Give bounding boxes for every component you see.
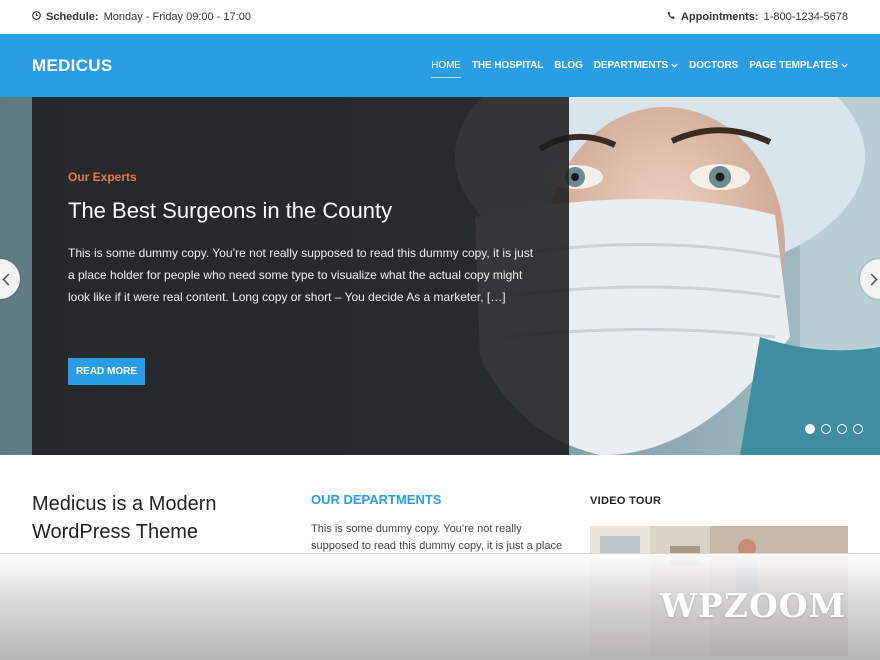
nav-blog-label: BLOG (554, 60, 583, 71)
video-tour-title: VIDEO TOUR (590, 495, 662, 507)
slider-pagination (805, 424, 863, 434)
chevron-left-icon (2, 272, 10, 286)
nav-page-templates-label: PAGE TEMPLATES (749, 60, 838, 71)
nav-home[interactable]: HOME (431, 54, 461, 78)
hero-eyebrow: Our Experts (68, 170, 137, 184)
nav-doctors-label: DOCTORS (689, 60, 739, 71)
wpzoom-watermark: WPZOOM (660, 586, 846, 625)
site-header: MEDICUS HOME THE HOSPITAL BLOG DEPARTMEN… (0, 34, 880, 97)
nav-departments-label: DEPARTMENTS (593, 60, 669, 71)
chevron-down-icon (671, 63, 678, 68)
main-nav: HOME THE HOSPITAL BLOG DEPARTMENTS DOCTO… (431, 54, 848, 78)
appointments-phone[interactable]: 1-800-1234-5678 (764, 11, 848, 23)
hero-excerpt: This is some dummy copy. You’re not real… (68, 246, 534, 304)
nav-the-hospital[interactable]: THE HOSPITAL (471, 54, 544, 77)
slider-dot[interactable] (853, 424, 863, 434)
departments-title: OUR DEPARTMENTS (311, 492, 442, 507)
slider-dot[interactable] (837, 424, 847, 434)
slider-dot[interactable] (821, 424, 831, 434)
clock-icon (32, 11, 41, 23)
read-more-button[interactable]: READ MORE (68, 358, 145, 385)
nav-blog[interactable]: BLOG (554, 54, 583, 77)
hero-title[interactable]: The Best Surgeons in the County (68, 198, 392, 224)
intro-title: Medicus is a Modern WordPress Theme (32, 493, 217, 543)
departments-text: This is some dummy copy. You’re not real… (311, 523, 563, 552)
appointments-label: Appointments: (680, 11, 759, 23)
schedule-info: Schedule: Monday - Friday 09:00 - 17:00 (32, 11, 251, 23)
nav-the-hospital-label: THE HOSPITAL (471, 60, 544, 71)
nav-doctors[interactable]: DOCTORS (689, 54, 738, 77)
chevron-down-icon (841, 63, 848, 68)
appointments-info: Appointments: 1-800-1234-5678 (667, 11, 848, 23)
schedule-value: Monday - Friday 09:00 - 17:00 (103, 11, 251, 23)
schedule-label: Schedule: (46, 11, 99, 23)
nav-home-label: HOME (431, 59, 461, 71)
site-logo[interactable]: MEDICUS (32, 56, 113, 76)
nav-page-templates[interactable]: PAGE TEMPLATES (749, 54, 848, 77)
top-bar: Schedule: Monday - Friday 09:00 - 17:00 … (0, 0, 880, 34)
phone-icon (667, 11, 676, 23)
nav-departments[interactable]: DEPARTMENTS (594, 54, 678, 77)
chevron-right-icon (870, 272, 878, 286)
slider-dot[interactable] (805, 424, 815, 434)
hero-slider: Our Experts The Best Surgeons in the Cou… (0, 97, 880, 455)
